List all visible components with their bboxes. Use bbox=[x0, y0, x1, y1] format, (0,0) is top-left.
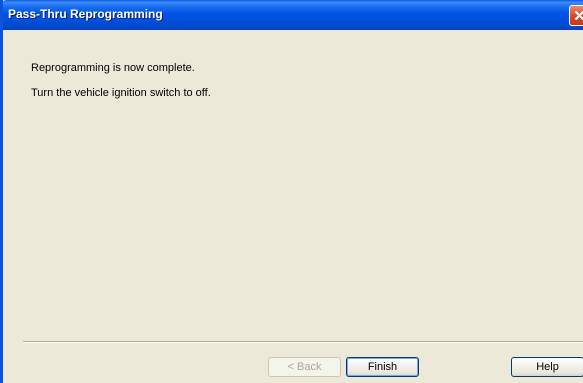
ignition-instruction: Turn the vehicle ignition switch to off. bbox=[31, 87, 211, 99]
help-button[interactable]: Help bbox=[511, 357, 583, 377]
window-title: Pass-Thru Reprogramming bbox=[8, 7, 163, 21]
button-divider bbox=[23, 341, 583, 343]
finish-button[interactable]: Finish bbox=[346, 357, 419, 377]
back-button[interactable]: < Back bbox=[268, 357, 341, 377]
close-button[interactable] bbox=[569, 5, 583, 26]
completion-message: Reprogramming is now complete. bbox=[31, 62, 195, 74]
dialog-body: Reprogramming is now complete. Turn the … bbox=[3, 30, 583, 383]
wizard-window: Pass-Thru Reprogramming Reprogramming is… bbox=[0, 0, 583, 383]
close-icon bbox=[574, 10, 583, 21]
title-bar[interactable]: Pass-Thru Reprogramming bbox=[3, 0, 583, 30]
